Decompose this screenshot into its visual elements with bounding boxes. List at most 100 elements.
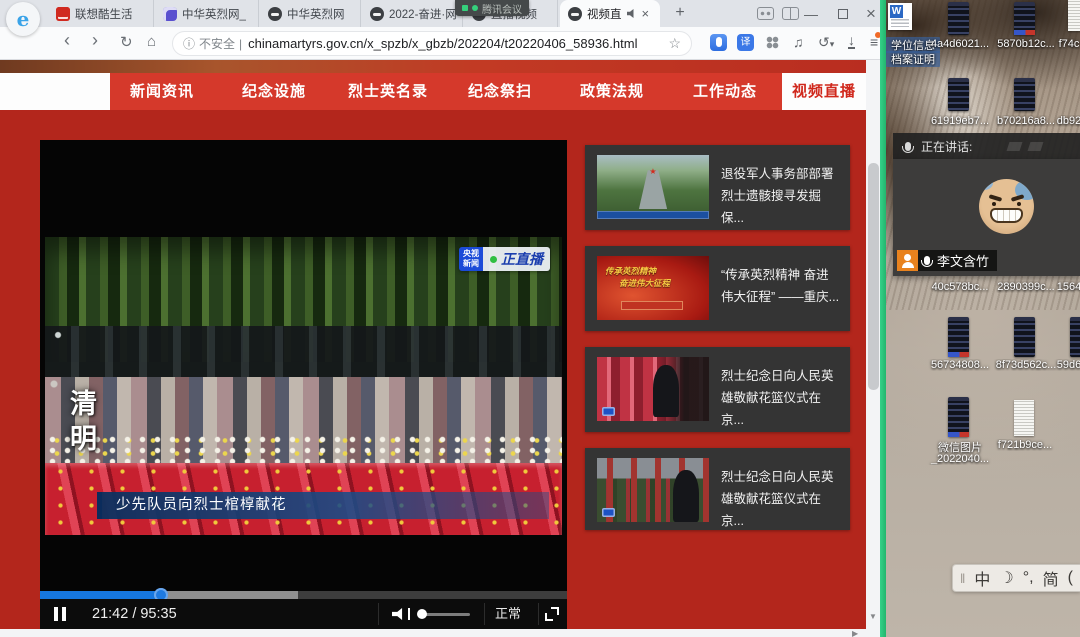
back-icon[interactable]: ‹ bbox=[64, 30, 70, 51]
nav-item-news[interactable]: 新闻资讯 bbox=[130, 73, 194, 110]
nav-item-policies[interactable]: 政策法规 bbox=[580, 73, 644, 110]
tab-audio-icon[interactable] bbox=[627, 9, 637, 18]
file-label[interactable]: 40c578bc... bbox=[928, 281, 992, 293]
image-file-icon[interactable] bbox=[1014, 317, 1035, 357]
related-video-card[interactable]: 传承英烈精神 奋进伟大征程 “传承英烈精神 奋进伟大征程” ——重庆... bbox=[585, 246, 850, 331]
tab-close-icon[interactable]: × bbox=[642, 7, 650, 20]
image-file-icon[interactable] bbox=[1014, 2, 1035, 35]
video-title[interactable]: 退役军人事务部部署烈士遗骸搜寻发掘保... bbox=[721, 164, 841, 230]
nav-item-memorial-facilities[interactable]: 纪念设施 bbox=[242, 73, 306, 110]
tencent-meeting-indicator[interactable]: 腾讯会议 bbox=[455, 0, 529, 16]
meeting-participant-tile[interactable]: 李文含竹 bbox=[893, 159, 1080, 276]
nav-item-martyrs-roll[interactable]: 烈士英名录 bbox=[348, 73, 428, 110]
browser-assistant-icon[interactable] bbox=[757, 7, 774, 20]
forward-icon[interactable]: › bbox=[92, 30, 98, 51]
volume-icon[interactable] bbox=[392, 608, 406, 620]
minimize-button[interactable]: — bbox=[796, 0, 826, 27]
file-label[interactable]: 档案证明 bbox=[886, 51, 940, 67]
image-file-icon[interactable] bbox=[1014, 78, 1035, 111]
file-label[interactable]: 59d6 bbox=[1054, 359, 1080, 371]
nav-item-work-trends[interactable]: 工作动态 bbox=[693, 73, 757, 110]
extensions-icon[interactable] bbox=[765, 35, 780, 50]
file-label[interactable]: _2022040... bbox=[920, 453, 1000, 465]
related-video-card[interactable]: 烈士纪念日向人民英雄敬献花篮仪式在京... bbox=[585, 347, 850, 432]
ime-language-toggle[interactable]: 中 bbox=[974, 566, 990, 590]
security-status[interactable]: ⓘ 不安全 | bbox=[183, 35, 242, 52]
scroll-right-icon[interactable]: ▶ bbox=[852, 629, 858, 637]
file-label[interactable]: f74c bbox=[1054, 38, 1080, 50]
file-label[interactable]: f721b9ce... bbox=[990, 439, 1060, 451]
watermark-shape bbox=[1007, 142, 1023, 151]
ime-shape-toggle[interactable]: ☽ bbox=[999, 568, 1013, 588]
pause-icon[interactable] bbox=[54, 607, 58, 621]
maximize-button[interactable] bbox=[828, 0, 858, 27]
video-thumbnail-flower-baskets[interactable] bbox=[597, 458, 709, 522]
image-file-icon[interactable] bbox=[948, 2, 969, 35]
time-display: 21:42 / 95:35 bbox=[92, 599, 177, 629]
ime-status-bar[interactable]: ‖ 中 ☽ °, 简 ( bbox=[952, 564, 1080, 592]
video-thumbnail-banner[interactable]: 传承英烈精神 奋进伟大征程 bbox=[597, 256, 709, 320]
related-video-card[interactable]: ★ 退役军人事务部部署烈士遗骸搜寻发掘保... bbox=[585, 145, 850, 230]
mouse-gesture-icon[interactable] bbox=[710, 34, 727, 51]
translate-icon[interactable]: 译 bbox=[737, 34, 754, 51]
fullscreen-icon[interactable] bbox=[545, 607, 559, 621]
video-title[interactable]: 烈士纪念日向人民英雄敬献花篮仪式在京... bbox=[721, 366, 841, 432]
new-tab-button[interactable]: + bbox=[668, 1, 692, 25]
scrollbar-thumb[interactable] bbox=[868, 163, 879, 390]
site-favicon-icon bbox=[568, 7, 582, 21]
video-title[interactable]: “传承英烈精神 奋进伟大征程” ——重庆... bbox=[721, 265, 841, 309]
menu-icon[interactable]: ≡ bbox=[870, 34, 878, 50]
ime-charset-toggle[interactable]: 简 bbox=[1043, 566, 1059, 590]
file-label[interactable]: db92 bbox=[1054, 115, 1080, 127]
image-file-icon[interactable] bbox=[948, 317, 969, 357]
image-file-icon[interactable] bbox=[948, 397, 969, 437]
file-label[interactable]: 8f73d562c... bbox=[994, 359, 1058, 371]
tab-lenovo-life[interactable]: 联想酷生活 bbox=[48, 0, 154, 27]
progress-bar[interactable] bbox=[40, 591, 567, 599]
video-title[interactable]: 烈士纪念日向人民英雄敬献花篮仪式在京... bbox=[721, 467, 841, 533]
file-label[interactable]: 56734808... bbox=[928, 359, 992, 371]
scroll-down-icon[interactable]: ▼ bbox=[869, 612, 877, 621]
file-label[interactable]: b70216a8... bbox=[994, 115, 1058, 127]
tab-martyrs-net-2[interactable]: 中华英烈网 bbox=[260, 0, 361, 27]
url-field[interactable]: ⓘ 不安全 | chinamartyrs.gov.cn/x_spzb/x_gbz… bbox=[172, 31, 692, 56]
volume-knob[interactable] bbox=[417, 609, 427, 619]
reopen-closed-tab-icon[interactable]: ↺▾ bbox=[818, 34, 834, 52]
ime-punctuation-toggle[interactable]: °, bbox=[1023, 569, 1034, 587]
pause-icon[interactable] bbox=[62, 607, 66, 621]
document-file-icon[interactable] bbox=[1014, 400, 1034, 436]
bookmark-star-icon[interactable]: ☆ bbox=[668, 35, 681, 52]
video-thumbnail-wreaths[interactable] bbox=[597, 357, 709, 421]
image-file-icon[interactable] bbox=[1070, 317, 1080, 357]
meeting-speaking-header: 正在讲话: bbox=[893, 133, 1080, 159]
volume-slider[interactable] bbox=[418, 613, 470, 616]
horizontal-scrollbar[interactable]: ▶ bbox=[0, 629, 880, 637]
download-icon[interactable]: ↓ bbox=[848, 34, 855, 49]
nav-item-video-live-active[interactable]: 视频直播 bbox=[782, 73, 866, 110]
image-file-icon[interactable] bbox=[1068, 0, 1080, 31]
file-label[interactable]: 1564 bbox=[1054, 281, 1080, 293]
tab-martyrs-net-1[interactable]: 中华英烈网_ bbox=[155, 0, 259, 27]
nav-item-memorial-sweep[interactable]: 纪念祭扫 bbox=[468, 73, 532, 110]
file-label[interactable]: 5870b12c... bbox=[994, 38, 1058, 50]
image-file-icon[interactable] bbox=[948, 78, 969, 111]
video-thumbnail-memorial[interactable]: ★ bbox=[597, 155, 709, 219]
file-label[interactable]: 4a4d6021... bbox=[928, 38, 992, 50]
video-player[interactable]: 央视 新闻 正直播 清明 少先队员向烈士棺椁献花 bbox=[40, 140, 567, 629]
file-label[interactable]: 61919eb7... bbox=[928, 115, 992, 127]
security-label: 不安全 bbox=[199, 35, 235, 52]
word-document-icon[interactable]: W bbox=[888, 3, 912, 30]
ime-extra[interactable]: ( bbox=[1068, 569, 1073, 587]
reload-icon[interactable]: ↻ bbox=[120, 33, 133, 51]
tab-2022-forge-ahead[interactable]: 2022-奋进·网 bbox=[362, 0, 463, 27]
browser-logo-icon[interactable]: e bbox=[6, 2, 40, 36]
ime-drag-handle[interactable]: ‖ bbox=[960, 571, 965, 586]
video-frame[interactable]: 央视 新闻 正直播 清明 少先队员向烈士棺椁献花 bbox=[45, 237, 562, 535]
playback-speed-button[interactable]: 正常 bbox=[495, 599, 521, 629]
file-label[interactable]: 2890399c... bbox=[994, 281, 1058, 293]
tab-video-live-active[interactable]: 视频直 × bbox=[560, 0, 660, 27]
vertical-scrollbar[interactable]: ▼ bbox=[866, 60, 880, 629]
home-icon[interactable]: ⌂ bbox=[147, 33, 156, 50]
media-list-icon[interactable]: ♫ bbox=[793, 34, 804, 50]
related-video-card[interactable]: 烈士纪念日向人民英雄敬献花篮仪式在京... bbox=[585, 448, 850, 530]
